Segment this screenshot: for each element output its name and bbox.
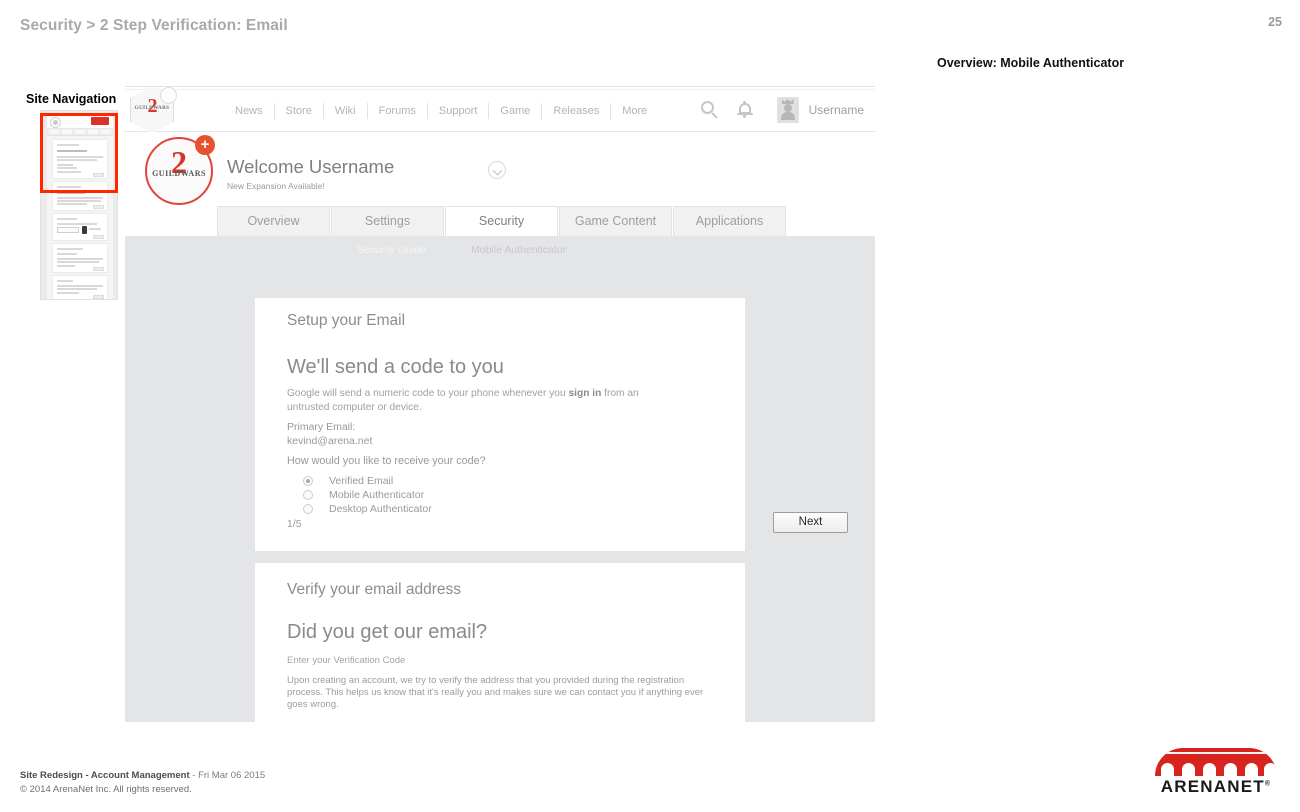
account-page-body: Security Guide Mobile Authenticator Setu… [125, 236, 875, 722]
tab-game-content[interactable]: Game Content [559, 206, 672, 236]
annotation-label: Overview: Mobile Authenticator [937, 56, 1125, 70]
card-heading: Did you get our email? [287, 621, 488, 643]
nav-item-releases[interactable]: Releases [541, 103, 610, 119]
footer-date: Fri Mar 06 2015 [198, 770, 266, 781]
card-kicker: Verify your email address [287, 581, 462, 598]
gw2-wordmark: GUILDWARS [134, 105, 170, 111]
search-icon[interactable] [700, 101, 719, 119]
radio-button-icon[interactable] [303, 489, 313, 500]
security-subtabs: Security Guide Mobile Authenticator [125, 236, 875, 266]
thumbnail-card [52, 275, 108, 299]
radio-button-icon[interactable] [303, 503, 313, 514]
nav-item-more[interactable]: More [610, 103, 658, 119]
browser-mockup: 2 GUILDWARS News Store Wiki Forums Suppo… [125, 86, 875, 722]
verification-code-label: Enter your Verification Code [287, 655, 406, 666]
welcome-subtitle: New Expansion Available! [227, 181, 325, 191]
radio-label: Verified Email [329, 474, 394, 487]
primary-email-value: kevind@arena.net [287, 435, 373, 447]
radio-button-icon[interactable] [303, 475, 313, 486]
site-navigation-highlight-box [40, 113, 118, 193]
radio-option-mobile-authenticator[interactable]: Mobile Authenticator [303, 488, 432, 501]
nav-item-wiki[interactable]: Wiki [322, 103, 367, 119]
page-number: 25 [1268, 15, 1282, 29]
card-heading: We'll send a code to you [287, 356, 504, 378]
radio-label: Mobile Authenticator [329, 488, 425, 501]
nav-item-forums[interactable]: Forums [366, 103, 427, 119]
delivery-method-question: How would you like to receive your code? [287, 455, 486, 467]
notification-bell-icon[interactable] [736, 101, 753, 119]
top-nav-links: News Store Wiki Forums Support Game Rele… [225, 102, 658, 120]
nav-item-store[interactable]: Store [273, 103, 323, 119]
verify-email-card: Verify your email address Did you get ou… [255, 563, 745, 722]
username-label[interactable]: Username [809, 103, 864, 117]
site-navigation-label: Site Navigation [26, 92, 117, 106]
delivery-method-radio-group: Verified Email Mobile Authenticator Desk… [303, 474, 432, 516]
subtab-security-guide[interactable]: Security Guide [357, 244, 426, 256]
guild-wars-2-logo-icon[interactable]: 2 GUILDWARS [130, 86, 177, 134]
welcome-text-block: Welcome Username New Expansion Available… [227, 156, 394, 191]
top-nav-actions: Username [700, 97, 874, 123]
welcome-title: Welcome Username [227, 156, 395, 177]
card-kicker: Setup your Email [287, 312, 406, 329]
card-paragraph: Google will send a numeric code to your … [287, 387, 667, 414]
avatar[interactable] [776, 97, 799, 123]
thumbnail-card [52, 243, 108, 273]
footer-copyright: © 2014 ArenaNet Inc. All rights reserved… [20, 784, 192, 795]
arenanet-wordmark-text: ARENANET [1160, 777, 1265, 796]
subtab-mobile-authenticator[interactable]: Mobile Authenticator [471, 244, 566, 256]
nav-item-news[interactable]: News [225, 103, 274, 119]
radio-option-desktop-authenticator[interactable]: Desktop Authenticator [303, 502, 432, 515]
guild-wars-2-account-logo-icon: 2 GUILDWARS + [145, 135, 215, 205]
step-counter: 1/5 [287, 518, 302, 530]
tab-applications[interactable]: Applications [673, 206, 786, 236]
paragraph-pre: Google will send a numeric code to your … [287, 388, 569, 399]
footer-project-name: Site Redesign - Account Management [20, 770, 190, 781]
card-paragraph: Upon creating an account, we try to veri… [287, 675, 704, 710]
paragraph-emphasis: sign in [568, 388, 602, 399]
chevron-down-icon[interactable] [488, 161, 506, 179]
thumbnail-card [52, 213, 108, 241]
registered-trademark-icon: ® [1264, 780, 1272, 788]
arenanet-wordmark: ARENANET® [1155, 777, 1277, 797]
footer-separator: - [189, 770, 199, 781]
next-button[interactable]: Next [773, 512, 848, 533]
nav-item-support[interactable]: Support [426, 103, 489, 119]
welcome-banner: 2 GUILDWARS + Welcome Username New Expan… [125, 132, 875, 206]
tab-settings[interactable]: Settings [331, 206, 444, 236]
page-title: Security > 2 Step Verification: Email [20, 17, 288, 34]
arenanet-arch-mark-icon [1155, 748, 1277, 776]
tab-overview[interactable]: Overview [217, 206, 330, 236]
radio-label: Desktop Authenticator [329, 502, 432, 515]
tab-security[interactable]: Security [445, 206, 558, 236]
account-tabs: Overview Settings Security Game Content … [217, 206, 787, 236]
radio-option-verified-email[interactable]: Verified Email [303, 474, 432, 487]
arenanet-logo: ARENANET® [1155, 748, 1277, 798]
nav-item-game[interactable]: Game [488, 103, 541, 119]
primary-email-label: Primary Email: [287, 421, 356, 433]
site-top-navigation: 2 GUILDWARS News Store Wiki Forums Suppo… [125, 86, 875, 134]
footer-project-line: Site Redesign - Account Management - Fri… [20, 770, 265, 781]
gw2-wordmark: GUILDWARS [152, 169, 206, 178]
setup-email-card: Setup your Email We'll send a code to yo… [255, 298, 848, 551]
expansion-plus-badge-icon: + [195, 135, 215, 155]
